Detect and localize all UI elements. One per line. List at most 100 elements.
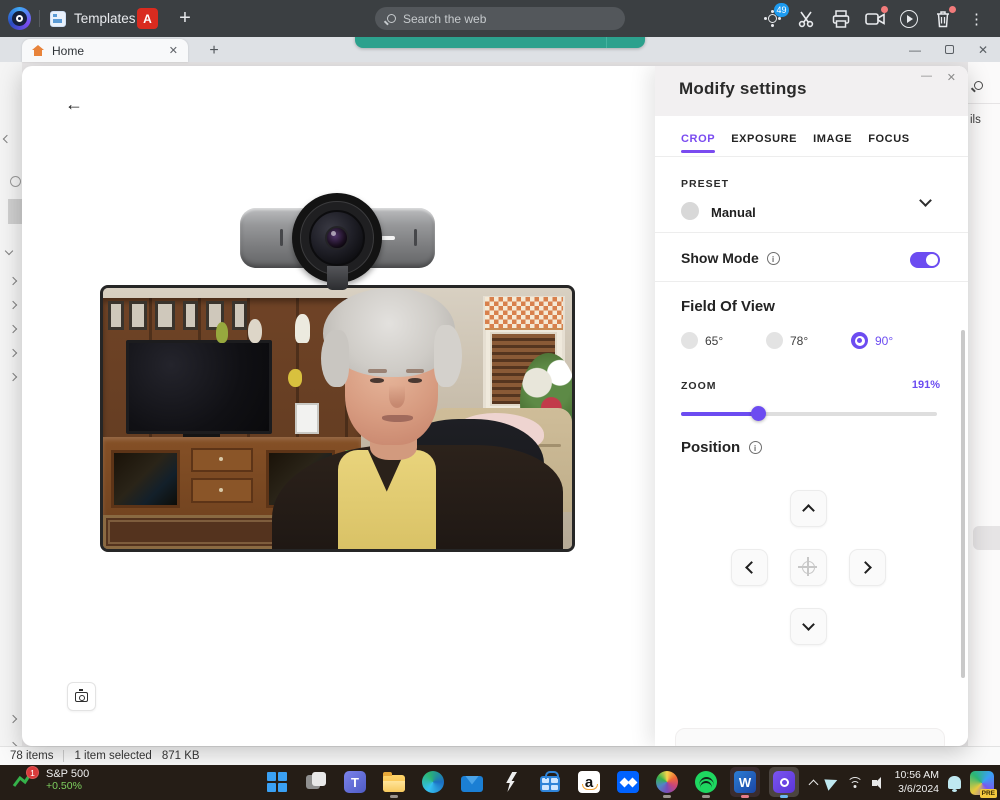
tree-expander[interactable] xyxy=(10,324,16,335)
app-search-icon[interactable] xyxy=(974,77,983,95)
print-button[interactable] xyxy=(827,5,854,32)
task-view-button[interactable] xyxy=(301,767,331,797)
modify-settings-panel: Modify settings — ✕ CROP EXPOSURE IMAGE … xyxy=(655,66,968,746)
preview-overlay-button[interactable] xyxy=(67,682,96,711)
edge-button[interactable] xyxy=(418,767,448,797)
dropbox-icon xyxy=(617,771,639,793)
camera-button[interactable] xyxy=(861,5,888,32)
scene-photo-frames xyxy=(103,298,361,332)
fov-radio-65[interactable] xyxy=(681,332,698,349)
pdf-tab-icon[interactable]: A xyxy=(137,8,158,29)
screen: is using the webcam Templates A + Search… xyxy=(0,0,1000,800)
chevron-left-icon xyxy=(745,561,758,574)
window-restore-button[interactable] xyxy=(945,45,954,54)
show-mode-info-icon[interactable]: i xyxy=(767,252,780,265)
tree-expander[interactable] xyxy=(10,714,16,725)
spotify-button[interactable] xyxy=(691,767,721,797)
fov-label-78[interactable]: 78° xyxy=(790,334,808,348)
wifi-icon[interactable] xyxy=(847,777,863,789)
templates-button[interactable]: Templates xyxy=(50,5,136,32)
panel-title: Modify settings xyxy=(679,79,807,99)
tree-expander[interactable] xyxy=(10,348,16,359)
mail-button[interactable] xyxy=(457,767,487,797)
panel-minimize-button[interactable]: — xyxy=(921,70,932,82)
quick-share-icon[interactable] xyxy=(824,775,839,790)
divider xyxy=(655,232,968,233)
norton-icon xyxy=(656,771,678,793)
trash-button[interactable] xyxy=(929,5,956,32)
zoom-slider[interactable] xyxy=(681,406,937,420)
fov-label-90[interactable]: 90° xyxy=(875,334,893,348)
store-button[interactable] xyxy=(535,767,565,797)
volume-icon[interactable] xyxy=(872,777,886,789)
running-indicator xyxy=(702,795,710,798)
panel-bottom-button[interactable] xyxy=(675,728,945,746)
fov-label-65[interactable]: 65° xyxy=(705,334,723,348)
panel-scrollbar[interactable] xyxy=(961,330,965,678)
zoom-label: ZOOM xyxy=(681,380,717,392)
person-eyebrow xyxy=(406,369,425,373)
logi-options-button[interactable] xyxy=(769,767,799,797)
notification-bell-icon[interactable] xyxy=(948,776,961,789)
divider xyxy=(655,156,968,157)
snip-button[interactable] xyxy=(793,5,820,32)
word-button[interactable]: W xyxy=(730,767,760,797)
preset-value: Manual xyxy=(711,205,756,220)
window-minimize-button[interactable]: — xyxy=(909,43,921,57)
app-logo-icon[interactable] xyxy=(8,7,31,30)
person-eyebrow xyxy=(368,369,387,373)
norton-button[interactable] xyxy=(652,767,682,797)
back-button[interactable]: ← xyxy=(60,90,88,118)
tray-overflow-chevron[interactable] xyxy=(808,779,818,789)
stock-widget[interactable]: 1 S&P 500 +0.50% xyxy=(12,768,89,792)
fov-radio-90[interactable] xyxy=(851,332,868,349)
menu-button[interactable]: ⋮ xyxy=(963,5,990,32)
window-close-button[interactable]: ✕ xyxy=(978,43,988,57)
slider-thumb[interactable] xyxy=(751,406,766,421)
position-up-button[interactable] xyxy=(790,490,827,527)
slider-fill xyxy=(681,412,758,416)
toolbar-divider xyxy=(39,10,40,27)
tab-image[interactable]: IMAGE xyxy=(813,133,852,153)
edge-button-fragment[interactable] xyxy=(973,526,1000,550)
tab-crop[interactable]: CROP xyxy=(681,133,715,153)
teams-button[interactable]: T xyxy=(340,767,370,797)
tree-expander[interactable] xyxy=(10,372,16,383)
brightness-button[interactable]: 49 xyxy=(759,5,786,32)
tray-clock[interactable]: 10:56 AM 3/6/2024 xyxy=(895,769,939,795)
show-mode-toggle[interactable] xyxy=(910,252,940,268)
position-down-button[interactable] xyxy=(790,608,827,645)
fov-radio-78[interactable] xyxy=(766,332,783,349)
tree-expander[interactable] xyxy=(10,300,16,311)
toolbar-new-tab-button[interactable]: + xyxy=(172,4,198,32)
tree-expander[interactable] xyxy=(10,276,16,287)
position-right-button[interactable] xyxy=(849,549,886,586)
position-info-icon[interactable]: i xyxy=(749,441,762,454)
new-tab-button[interactable]: + xyxy=(203,41,225,61)
dropbox-button[interactable] xyxy=(613,767,643,797)
tab-home[interactable]: Home ✕ xyxy=(22,39,188,62)
rewards-button[interactable] xyxy=(496,767,526,797)
tree-expander-open[interactable] xyxy=(6,246,12,257)
play-button[interactable] xyxy=(895,5,922,32)
tab-close-button[interactable]: ✕ xyxy=(169,44,178,57)
taskbar-icons: T a W xyxy=(262,767,799,797)
start-button[interactable] xyxy=(262,767,292,797)
printer-icon xyxy=(831,9,851,29)
tree-back-chevron[interactable] xyxy=(4,134,10,145)
webcam-mic-slit xyxy=(280,229,283,246)
edge-icon xyxy=(422,771,444,793)
tree-refresh-icon xyxy=(10,176,21,187)
position-center-button[interactable] xyxy=(790,549,827,586)
webcam-led xyxy=(381,236,395,240)
tree-selected-item[interactable] xyxy=(8,199,22,224)
file-explorer-button[interactable] xyxy=(379,767,409,797)
search-input[interactable]: Search the web xyxy=(375,7,625,30)
panel-close-button[interactable]: ✕ xyxy=(947,71,956,84)
tab-focus[interactable]: FOCUS xyxy=(868,133,910,153)
position-left-button[interactable] xyxy=(731,549,768,586)
preset-chevron-down-icon[interactable] xyxy=(919,194,932,207)
copilot-preview-icon[interactable]: PRE xyxy=(970,771,994,795)
amazon-button[interactable]: a xyxy=(574,767,604,797)
tab-exposure[interactable]: EXPOSURE xyxy=(731,133,797,153)
